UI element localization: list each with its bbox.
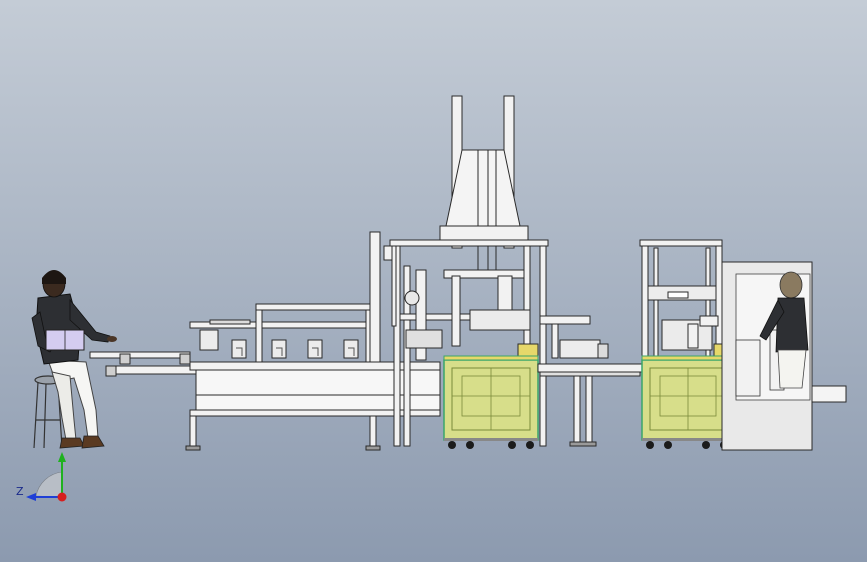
assembly-drawing [0, 0, 867, 562]
guard-cabinet-right [641, 355, 735, 449]
cad-viewport[interactable]: Z [0, 0, 867, 562]
guard-cabinet-left [443, 355, 539, 449]
axis-z-label: Z [16, 485, 24, 498]
